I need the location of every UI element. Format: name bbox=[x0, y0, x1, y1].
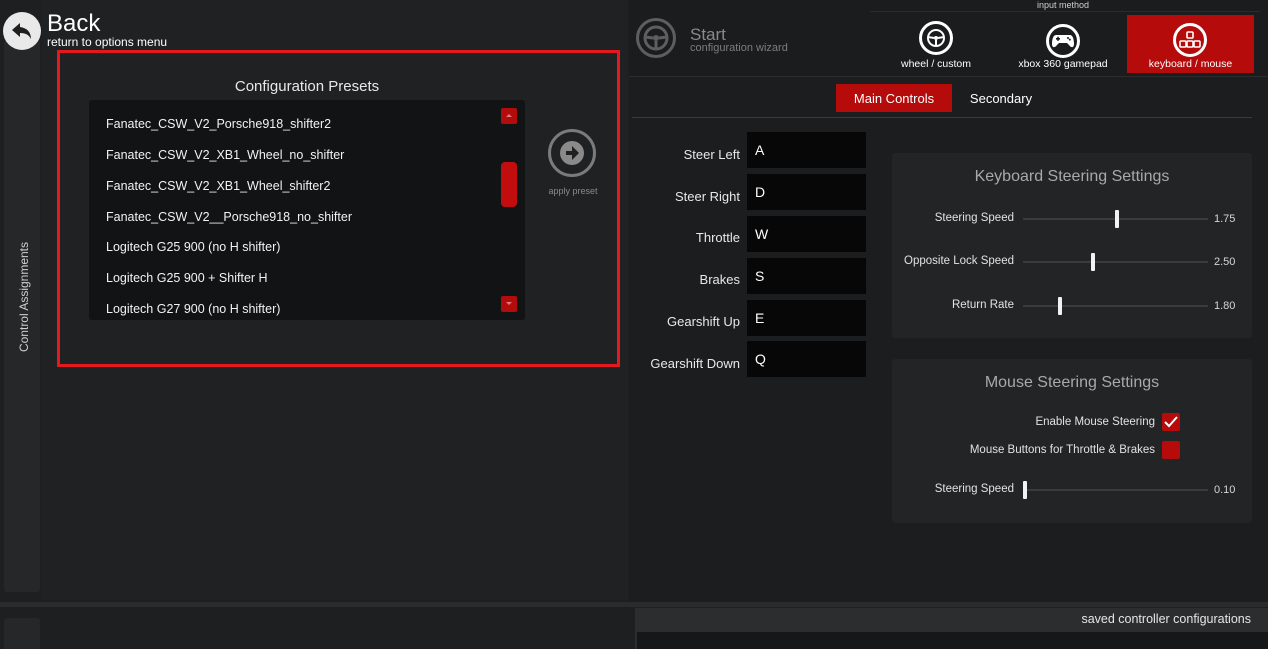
binding-label: Brakes bbox=[699, 272, 740, 287]
gearshift-down-key-field[interactable]: Q bbox=[747, 341, 866, 377]
presets-list[interactable]: Fanatec_CSW_V2_Porsche918_shifter2 Fanat… bbox=[89, 100, 525, 320]
binding-label: Gearshift Up bbox=[667, 314, 740, 329]
slider-value: 1.75 bbox=[1214, 213, 1236, 225]
list-item[interactable]: Fanatec_CSW_V2_Porsche918_shifter2 bbox=[106, 117, 331, 131]
back-arrow-icon[interactable] bbox=[3, 12, 41, 50]
mouse-steering-settings-panel: Mouse Steering Settings bbox=[892, 359, 1252, 523]
binding-row: Steer Left bbox=[540, 147, 740, 167]
keyboard-settings-title: Keyboard Steering Settings bbox=[974, 168, 1170, 185]
slider-thumb[interactable] bbox=[1115, 210, 1120, 228]
slider-label: Opposite Lock Speed bbox=[904, 255, 1014, 267]
slider-thumb[interactable] bbox=[1058, 297, 1062, 315]
binding-label: Steer Left bbox=[683, 147, 740, 162]
slider-label: Steering Speed bbox=[934, 212, 1014, 224]
input-method-xbox-label: xbox 360 gamepad bbox=[1018, 58, 1108, 70]
input-method-xbox-button[interactable]: xbox 360 gamepad bbox=[1003, 15, 1123, 73]
saved-configurations-label: saved controller configurations bbox=[1081, 612, 1251, 626]
tab-main-controls[interactable]: Main Controls bbox=[836, 84, 952, 112]
checkmark-icon bbox=[1164, 416, 1178, 428]
mouse-steering-speed-slider[interactable] bbox=[1023, 489, 1208, 491]
enable-mouse-steering-checkbox[interactable] bbox=[1162, 413, 1180, 431]
list-item[interactable]: Logitech G27 900 (no H shifter) bbox=[106, 302, 280, 316]
binding-row: Gearshift Up bbox=[540, 314, 740, 334]
slider-value: 2.50 bbox=[1214, 256, 1236, 268]
mouse-buttons-label: Mouse Buttons for Throttle & Brakes bbox=[969, 444, 1155, 456]
input-method-keyboard-label: keyboard / mouse bbox=[1148, 58, 1233, 70]
scrollbar-thumb[interactable] bbox=[501, 162, 517, 207]
wizard-subtitle: configuration wizard bbox=[690, 42, 788, 54]
enable-mouse-steering-label: Enable Mouse Steering bbox=[1035, 416, 1155, 428]
mouse-buttons-throttle-brakes-checkbox[interactable] bbox=[1162, 441, 1180, 459]
bottom-divider bbox=[0, 602, 1268, 607]
input-method-label: input method bbox=[1036, 0, 1090, 10]
input-method-wheel-button[interactable]: wheel / custom bbox=[880, 15, 992, 73]
chevron-up-icon bbox=[506, 114, 512, 117]
slider-value: 1.80 bbox=[1214, 300, 1236, 312]
binding-row: Steer Right bbox=[540, 189, 740, 209]
opposite-lock-speed-slider[interactable] bbox=[1023, 261, 1208, 263]
mouse-settings-title: Mouse Steering Settings bbox=[984, 374, 1160, 391]
scroll-up-button[interactable] bbox=[501, 108, 517, 124]
binding-label: Steer Right bbox=[674, 189, 740, 204]
keyboard-icon bbox=[1173, 23, 1207, 57]
slider-thumb[interactable] bbox=[1022, 481, 1027, 499]
list-item[interactable]: Logitech G25 900 (no H shifter) bbox=[106, 240, 280, 254]
tab-secondary[interactable]: Secondary bbox=[956, 84, 1046, 112]
input-method-wheel-label: wheel / custom bbox=[900, 58, 972, 70]
binding-row: Brakes bbox=[540, 272, 740, 292]
slider-label: Steering Speed bbox=[934, 483, 1014, 495]
steer-right-key-field[interactable]: D bbox=[747, 174, 866, 210]
binding-row: Gearshift Down bbox=[540, 356, 740, 376]
saved-configurations-list[interactable] bbox=[637, 632, 1268, 649]
input-method-keyboard-button[interactable]: keyboard / mouse bbox=[1127, 15, 1254, 73]
binding-label: Gearshift Down bbox=[650, 356, 740, 371]
binding-label: Throttle bbox=[695, 230, 740, 245]
back-subtitle: return to options menu bbox=[47, 35, 168, 49]
presets-title: Configuration Presets bbox=[234, 78, 380, 95]
throttle-key-field[interactable]: W bbox=[747, 216, 866, 252]
steering-wheel-icon bbox=[919, 21, 953, 55]
return-rate-slider[interactable] bbox=[1023, 305, 1208, 307]
control-assignments-label: Control Assignments bbox=[17, 241, 31, 353]
slider-label: Return Rate bbox=[951, 299, 1014, 311]
slider-value: 0.10 bbox=[1214, 484, 1236, 496]
scroll-down-button[interactable] bbox=[501, 296, 517, 312]
back-title[interactable]: Back bbox=[47, 10, 100, 38]
steer-left-key-field[interactable]: A bbox=[747, 132, 866, 168]
wizard-steering-wheel-icon[interactable] bbox=[636, 18, 676, 58]
slider-thumb[interactable] bbox=[1091, 253, 1096, 271]
list-item[interactable]: Fanatec_CSW_V2_XB1_Wheel_shifter2 bbox=[106, 179, 330, 193]
side-strip-bottom bbox=[4, 618, 40, 649]
brakes-key-field[interactable]: S bbox=[747, 258, 866, 294]
list-item[interactable]: Logitech G25 900 + Shifter H bbox=[106, 271, 268, 285]
chevron-down-icon bbox=[506, 302, 512, 305]
gearshift-up-key-field[interactable]: E bbox=[747, 300, 866, 336]
list-item[interactable]: Fanatec_CSW_V2__Porsche918_no_shifter bbox=[106, 210, 352, 224]
gamepad-icon bbox=[1046, 24, 1080, 58]
list-item[interactable]: Fanatec_CSW_V2_XB1_Wheel_no_shifter bbox=[106, 148, 344, 162]
binding-row: Throttle bbox=[540, 230, 740, 250]
tab-divider bbox=[632, 117, 1252, 118]
